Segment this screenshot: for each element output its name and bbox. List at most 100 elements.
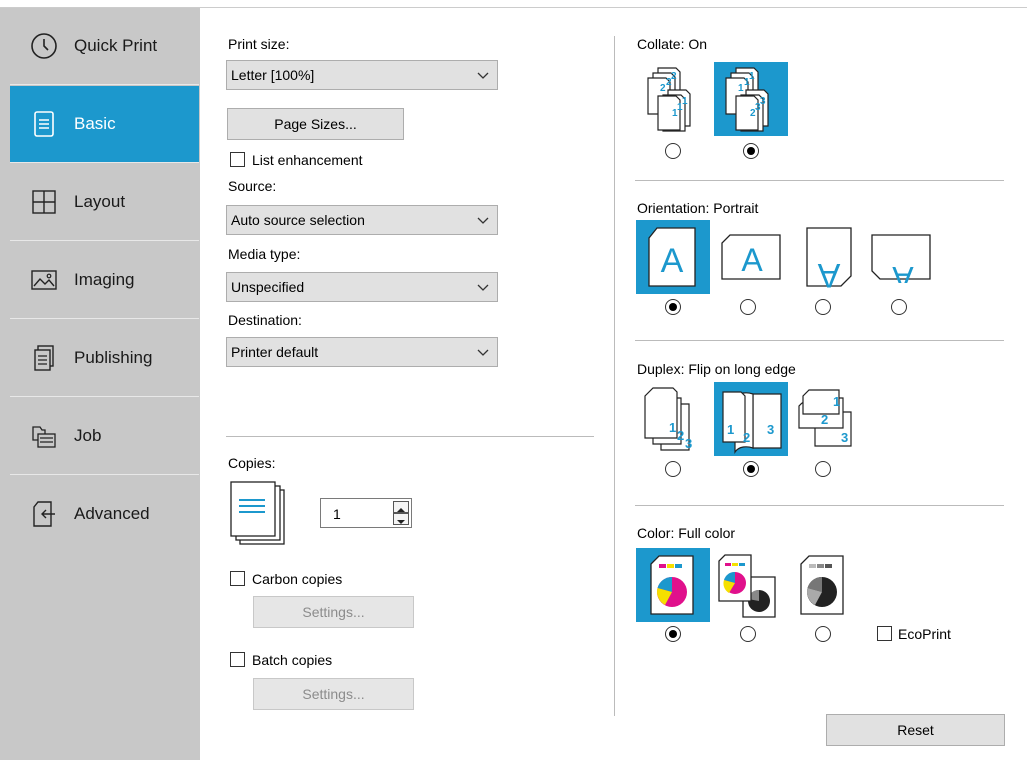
carbon-copies-checkbox[interactable]	[230, 571, 245, 586]
svg-text:2: 2	[666, 77, 672, 88]
collate-on-option[interactable]: 111332	[714, 62, 788, 136]
svg-text:2: 2	[677, 428, 684, 443]
triangle-down-icon	[397, 520, 405, 524]
portrait-glyph: A	[661, 242, 684, 280]
svg-text:3: 3	[755, 102, 761, 113]
color-full-radio[interactable]	[665, 626, 681, 642]
stepper-down-button[interactable]	[393, 513, 409, 525]
sidebar-empty-area	[10, 552, 199, 760]
media-type-value: Unspecified	[231, 279, 305, 295]
orientation-portrait-radio[interactable]	[665, 299, 681, 315]
duplex-long-edge-radio[interactable]	[743, 461, 759, 477]
chevron-down-icon	[477, 72, 489, 79]
svg-text:2: 2	[750, 108, 756, 119]
image-icon	[24, 260, 64, 300]
svg-text:2: 2	[821, 412, 828, 427]
source-value: Auto source selection	[231, 212, 365, 228]
svg-text:1: 1	[727, 422, 734, 437]
batch-copies-label: Batch copies	[252, 652, 333, 668]
duplex-label: Duplex: Flip on long edge	[637, 361, 796, 377]
sidebar-item-advanced[interactable]: Advanced	[10, 476, 199, 553]
orientation-rotated-portrait-option[interactable]: A	[792, 220, 866, 294]
stepper-up-button[interactable]	[393, 501, 409, 513]
collate-off-option[interactable]: 222111	[636, 62, 710, 136]
orientation-landscape-option[interactable]: A	[714, 220, 788, 294]
svg-text:1: 1	[749, 71, 755, 82]
collate-off-icon: 222111	[647, 67, 691, 132]
media-type-dropdown[interactable]: Unspecified	[226, 272, 498, 302]
sidebar-item-label: Publishing	[74, 348, 153, 367]
print-size-label: Print size:	[228, 36, 290, 52]
duplex-short-edge-radio[interactable]	[815, 461, 831, 477]
duplex-off-option[interactable]: 123	[636, 382, 710, 456]
sidebar-item-label: Basic	[74, 114, 116, 133]
svg-text:1: 1	[744, 77, 750, 88]
destination-label: Destination:	[228, 312, 302, 328]
orientation-landscape-radio[interactable]	[740, 299, 756, 315]
divider	[635, 180, 1004, 181]
rotated-landscape-icon: A	[871, 234, 931, 283]
chevron-down-icon	[477, 284, 489, 291]
sidebar-item-imaging[interactable]: Imaging	[10, 242, 199, 319]
svg-text:1: 1	[669, 420, 676, 435]
color-full-option[interactable]	[636, 548, 710, 622]
copies-value: 1	[333, 506, 341, 522]
ecoprint-checkbox[interactable]	[877, 626, 892, 641]
sidebar-item-job[interactable]: Job	[10, 398, 199, 475]
orientation-rotated-landscape-option[interactable]: A	[864, 220, 938, 294]
orientation-rotated-portrait-radio[interactable]	[815, 299, 831, 315]
batch-copies-checkbox[interactable]	[230, 652, 245, 667]
advanced-arrow-icon	[24, 494, 64, 534]
copies-stepper[interactable]: 1	[320, 498, 412, 528]
collate-on-radio[interactable]	[743, 143, 759, 159]
source-label: Source:	[228, 178, 277, 194]
document-icon	[24, 104, 64, 144]
duplex-long-edge-option[interactable]: 12 3	[714, 382, 788, 456]
divider	[635, 505, 1004, 506]
color-auto-radio[interactable]	[740, 626, 756, 642]
rotated-landscape-glyph: A	[892, 260, 914, 283]
svg-text:2: 2	[743, 430, 750, 445]
landscape-glyph: A	[741, 242, 763, 278]
rotated-portrait-glyph: A	[817, 256, 840, 290]
copies-label: Copies:	[228, 455, 276, 471]
print-size-value: Letter [100%]	[231, 67, 315, 83]
sidebar-item-label: Job	[74, 426, 102, 445]
divider	[635, 340, 1004, 341]
svg-text:3: 3	[685, 436, 692, 451]
color-auto-option[interactable]	[710, 548, 784, 622]
auto-color-icon	[718, 554, 776, 618]
sidebar-item-layout[interactable]: Layout	[10, 164, 199, 241]
carbon-settings-button[interactable]: Settings...	[253, 596, 414, 628]
duplex-off-radio[interactable]	[665, 461, 681, 477]
destination-dropdown[interactable]: Printer default	[226, 337, 498, 367]
grid-icon	[24, 182, 64, 222]
collate-off-radio[interactable]	[665, 143, 681, 159]
print-size-dropdown[interactable]: Letter [100%]	[226, 60, 498, 90]
svg-text:2: 2	[671, 71, 677, 82]
list-enhancement-checkbox[interactable]	[230, 152, 245, 167]
svg-text:3: 3	[760, 96, 766, 107]
pages-icon	[24, 338, 64, 378]
clock-icon	[24, 26, 64, 66]
full-color-icon	[650, 555, 694, 615]
batch-settings-button[interactable]: Settings...	[253, 678, 414, 710]
sidebar-item-basic[interactable]: Basic	[10, 86, 199, 163]
sidebar-item-quick-print[interactable]: Quick Print	[10, 8, 199, 85]
reset-button[interactable]: Reset	[826, 714, 1005, 746]
color-black-white-option[interactable]	[786, 548, 860, 622]
sidebar-item-label: Advanced	[74, 504, 150, 523]
svg-text:1: 1	[677, 102, 683, 113]
collate-on-icon: 111332	[725, 67, 769, 132]
orientation-portrait-option[interactable]: A	[636, 220, 710, 294]
sidebar-item-publishing[interactable]: Publishing	[10, 320, 199, 397]
rotated-portrait-icon: A	[806, 227, 852, 290]
svg-text:3: 3	[767, 422, 774, 437]
duplex-short-edge-icon: 123	[798, 389, 852, 447]
portrait-icon: A	[648, 227, 696, 287]
source-dropdown[interactable]: Auto source selection	[226, 205, 498, 235]
color-black-white-radio[interactable]	[815, 626, 831, 642]
orientation-rotated-landscape-radio[interactable]	[891, 299, 907, 315]
page-sizes-button[interactable]: Page Sizes...	[227, 108, 404, 140]
duplex-short-edge-option[interactable]: 123	[786, 382, 860, 456]
